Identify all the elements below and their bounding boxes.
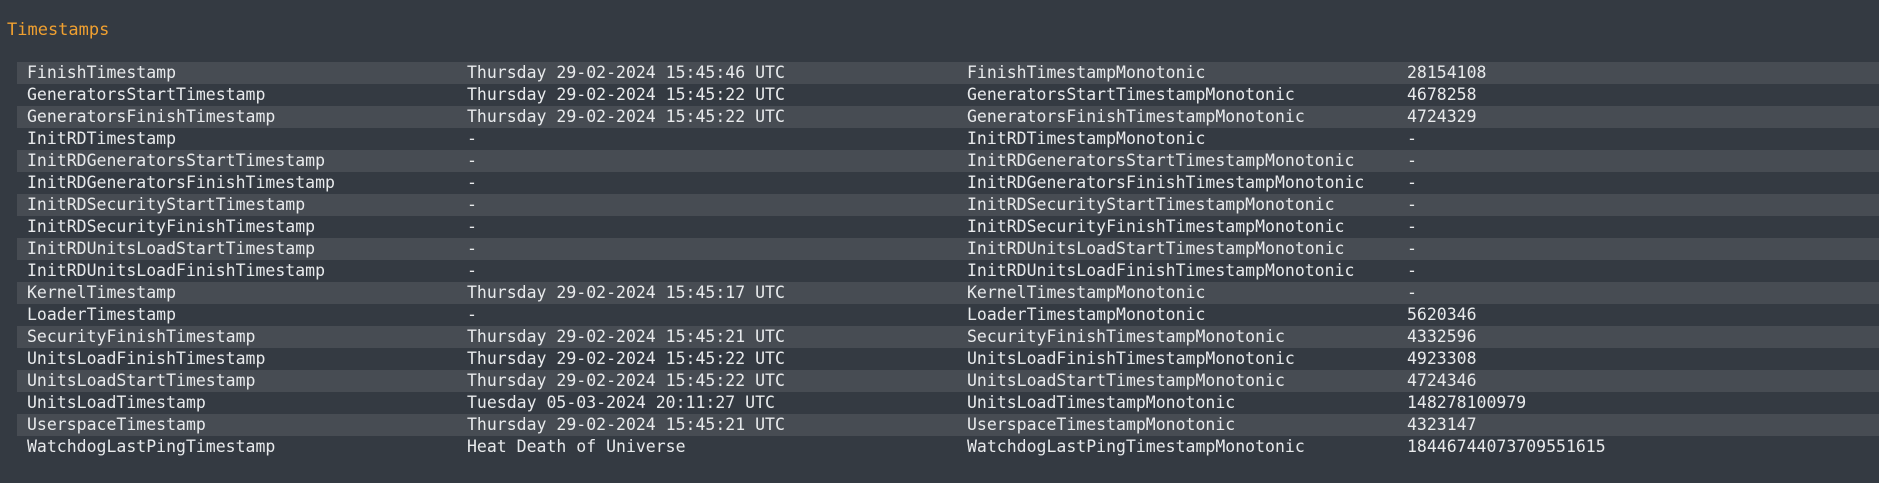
property-value: Tuesday 05-03-2024 20:11:27 UTC <box>467 393 775 412</box>
monotonic-property-value: - <box>1407 217 1417 236</box>
table-row: InitRDGeneratorsFinishTimestamp - InitRD… <box>17 172 1879 194</box>
monotonic-property-name: InitRDUnitsLoadFinishTimestampMonotonic <box>967 261 1355 280</box>
monotonic-property-value: 4332596 <box>1407 327 1477 346</box>
property-name: KernelTimestamp <box>27 283 177 302</box>
monotonic-property-name: FinishTimestampMonotonic <box>967 63 1206 82</box>
property-value: - <box>467 305 477 324</box>
monotonic-property-name: UnitsLoadFinishTimestampMonotonic <box>967 349 1295 368</box>
timestamps-table: FinishTimestamp Thursday 29-02-2024 15:4… <box>17 62 1879 458</box>
monotonic-property-value: - <box>1407 129 1417 148</box>
monotonic-property-value: - <box>1407 151 1417 170</box>
monotonic-property-value: 4323147 <box>1407 415 1477 434</box>
table-row: LoaderTimestamp - LoaderTimestampMonoton… <box>17 304 1879 326</box>
table-row: UserspaceTimestamp Thursday 29-02-2024 1… <box>17 414 1879 436</box>
monotonic-property-name: UserspaceTimestampMonotonic <box>967 415 1236 434</box>
property-name: InitRDSecurityFinishTimestamp <box>27 217 316 236</box>
property-value: - <box>467 173 477 192</box>
monotonic-property-value: 4923308 <box>1407 349 1477 368</box>
property-value: - <box>467 151 477 170</box>
table-row: SecurityFinishTimestamp Thursday 29-02-2… <box>17 326 1879 348</box>
monotonic-property-value: 4678258 <box>1407 85 1477 104</box>
property-name: UnitsLoadTimestamp <box>27 393 206 412</box>
table-row: InitRDTimestamp - InitRDTimestampMonoton… <box>17 128 1879 150</box>
monotonic-property-name: InitRDGeneratorsStartTimestampMonotonic <box>967 151 1355 170</box>
property-value: Thursday 29-02-2024 15:45:21 UTC <box>467 415 785 434</box>
monotonic-property-value: 4724346 <box>1407 371 1477 390</box>
property-name: InitRDUnitsLoadFinishTimestamp <box>27 261 326 280</box>
monotonic-property-name: UnitsLoadStartTimestampMonotonic <box>967 371 1285 390</box>
table-row: WatchdogLastPingTimestamp Heat Death of … <box>17 436 1879 458</box>
monotonic-property-name: InitRDSecurityStartTimestampMonotonic <box>967 195 1335 214</box>
property-name: UserspaceTimestamp <box>27 415 206 434</box>
section-title: Timestamps <box>7 20 110 40</box>
monotonic-property-name: UnitsLoadTimestampMonotonic <box>967 393 1236 412</box>
table-row: GeneratorsStartTimestamp Thursday 29-02-… <box>17 84 1879 106</box>
table-row: InitRDSecurityFinishTimestamp - InitRDSe… <box>17 216 1879 238</box>
table-row: GeneratorsFinishTimestamp Thursday 29-02… <box>17 106 1879 128</box>
property-name: UnitsLoadFinishTimestamp <box>27 349 266 368</box>
monotonic-property-name: WatchdogLastPingTimestampMonotonic <box>967 437 1305 456</box>
property-value: Thursday 29-02-2024 15:45:21 UTC <box>467 327 785 346</box>
monotonic-property-value: 4724329 <box>1407 107 1477 126</box>
property-value: - <box>467 195 477 214</box>
table-row: FinishTimestamp Thursday 29-02-2024 15:4… <box>17 62 1879 84</box>
property-value: Thursday 29-02-2024 15:45:46 UTC <box>467 63 785 82</box>
property-value: Heat Death of Universe <box>467 437 686 456</box>
table-row: UnitsLoadTimestamp Tuesday 05-03-2024 20… <box>17 392 1879 414</box>
monotonic-property-value: - <box>1407 195 1417 214</box>
table-row: UnitsLoadStartTimestamp Thursday 29-02-2… <box>17 370 1879 392</box>
property-value: Thursday 29-02-2024 15:45:22 UTC <box>467 85 785 104</box>
monotonic-property-name: GeneratorsFinishTimestampMonotonic <box>967 107 1305 126</box>
property-name: UnitsLoadStartTimestamp <box>27 371 256 390</box>
property-name: SecurityFinishTimestamp <box>27 327 256 346</box>
table-row: InitRDSecurityStartTimestamp - InitRDSec… <box>17 194 1879 216</box>
monotonic-property-value: - <box>1407 283 1417 302</box>
table-row: InitRDGeneratorsStartTimestamp - InitRDG… <box>17 150 1879 172</box>
table-row: UnitsLoadFinishTimestamp Thursday 29-02-… <box>17 348 1879 370</box>
property-value: Thursday 29-02-2024 15:45:22 UTC <box>467 371 785 390</box>
monotonic-property-value: - <box>1407 239 1417 258</box>
property-value: Thursday 29-02-2024 15:45:22 UTC <box>467 349 785 368</box>
monotonic-property-value: 5620346 <box>1407 305 1477 324</box>
property-name: InitRDUnitsLoadStartTimestamp <box>27 239 316 258</box>
property-value: Thursday 29-02-2024 15:45:22 UTC <box>467 107 785 126</box>
timestamps-panel: Timestamps FinishTimestamp Thursday 29-0… <box>0 0 1879 483</box>
property-name: GeneratorsStartTimestamp <box>27 85 266 104</box>
table-row: KernelTimestamp Thursday 29-02-2024 15:4… <box>17 282 1879 304</box>
property-value: - <box>467 239 477 258</box>
monotonic-property-name: InitRDTimestampMonotonic <box>967 129 1206 148</box>
table-row: InitRDUnitsLoadStartTimestamp - InitRDUn… <box>17 238 1879 260</box>
property-value: - <box>467 261 477 280</box>
table-row: InitRDUnitsLoadFinishTimestamp - InitRDU… <box>17 260 1879 282</box>
property-value: Thursday 29-02-2024 15:45:17 UTC <box>467 283 785 302</box>
property-name: InitRDSecurityStartTimestamp <box>27 195 306 214</box>
monotonic-property-value: - <box>1407 261 1417 280</box>
monotonic-property-name: InitRDSecurityFinishTimestampMonotonic <box>967 217 1345 236</box>
property-name: FinishTimestamp <box>27 63 177 82</box>
property-value: - <box>467 129 477 148</box>
monotonic-property-name: LoaderTimestampMonotonic <box>967 305 1206 324</box>
property-name: InitRDGeneratorsStartTimestamp <box>27 151 326 170</box>
property-name: LoaderTimestamp <box>27 305 177 324</box>
monotonic-property-name: GeneratorsStartTimestampMonotonic <box>967 85 1295 104</box>
property-name: InitRDGeneratorsFinishTimestamp <box>27 173 335 192</box>
property-name: GeneratorsFinishTimestamp <box>27 107 276 126</box>
monotonic-property-value: 18446744073709551615 <box>1407 437 1606 456</box>
property-name: WatchdogLastPingTimestamp <box>27 437 276 456</box>
monotonic-property-value: 28154108 <box>1407 63 1487 82</box>
monotonic-property-name: KernelTimestampMonotonic <box>967 283 1206 302</box>
monotonic-property-name: InitRDGeneratorsFinishTimestampMonotonic <box>967 173 1365 192</box>
monotonic-property-name: SecurityFinishTimestampMonotonic <box>967 327 1285 346</box>
monotonic-property-value: 148278100979 <box>1407 393 1527 412</box>
property-value: - <box>467 217 477 236</box>
monotonic-property-name: InitRDUnitsLoadStartTimestampMonotonic <box>967 239 1345 258</box>
monotonic-property-value: - <box>1407 173 1417 192</box>
property-name: InitRDTimestamp <box>27 129 177 148</box>
